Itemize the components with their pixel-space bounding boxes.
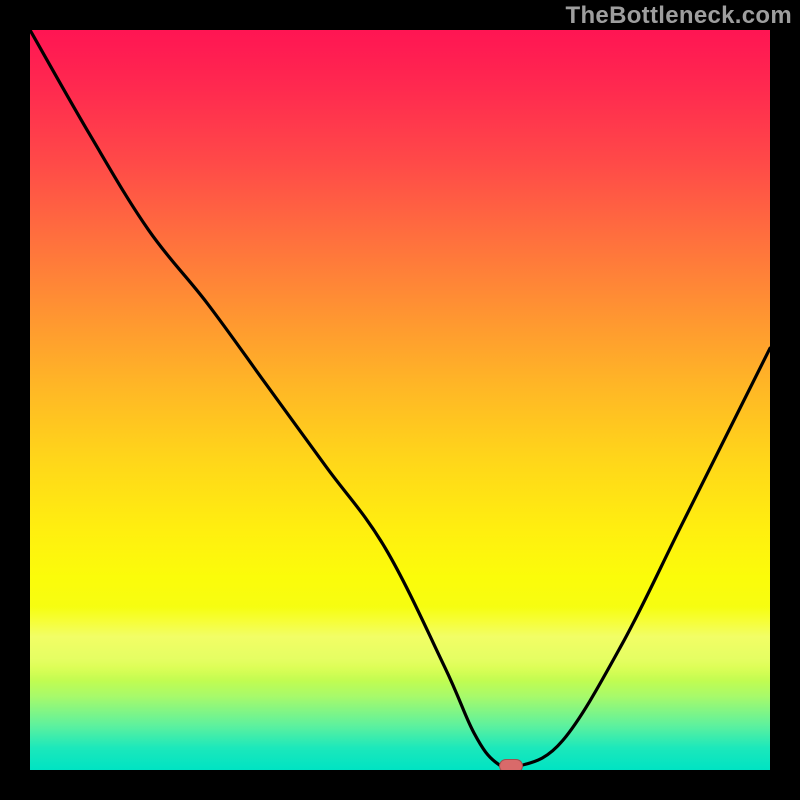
optimal-marker — [499, 759, 523, 770]
chart-frame: TheBottleneck.com — [0, 0, 800, 800]
curve-path — [30, 30, 770, 768]
bottleneck-curve — [30, 30, 770, 770]
watermark-text: TheBottleneck.com — [566, 2, 792, 30]
plot-area — [30, 30, 770, 770]
